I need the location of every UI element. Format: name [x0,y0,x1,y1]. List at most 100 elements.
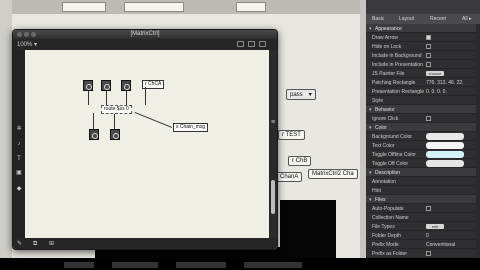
inspector-row-hide-on-lock[interactable]: Hide on Lock [366,42,480,51]
inspector-label: File Types [372,224,395,230]
color-swatch[interactable] [426,133,464,140]
inspector-label: Toggle Off Color [372,161,409,167]
vertical-scrollbar[interactable] [271,180,275,214]
send-object[interactable]: s Chain_msg [173,123,209,132]
matrixctrl2-object[interactable]: MatrixCtrl2 Cha [308,169,358,179]
disclosure-triangle-icon[interactable]: ▾ [369,197,372,203]
screen: pass ▾ r TEST r ChB ChanA MatrixCtrl2 Cha… [0,0,480,270]
presentation-icon[interactable]: ⧉ [33,241,41,247]
disclosure-triangle-icon[interactable]: ▾ [369,125,372,131]
route-object[interactable]: route $ss 0 [101,105,132,114]
inspector-section-appearance[interactable]: ▾ Appearance [366,24,480,33]
window-titlebar[interactable]: [MatrixCtrl] [13,30,277,39]
image-icon[interactable]: ▣ [16,170,22,176]
inspector-section-files[interactable]: ▾ Files [366,195,480,204]
patch-cable[interactable] [93,113,94,129]
disclosure-triangle-icon[interactable]: ▾ [369,107,372,113]
toolbar-button[interactable] [248,41,255,47]
inspector-row-style[interactable]: Style [366,96,480,105]
receive-chb-object[interactable]: r ChB [288,156,312,166]
inspector-button[interactable]: edit [426,224,444,229]
inspector-row-prefix-as-folder[interactable]: Prefix as Folder [366,249,480,258]
tab-basic[interactable]: Basic [372,16,384,22]
background-top-object[interactable] [62,2,106,12]
inspector-label: Patching Rectangle [372,80,416,86]
tab-recent[interactable]: Recent [430,16,446,22]
inspector-section-color[interactable]: ▾ Color [366,123,480,132]
checkbox[interactable] [426,206,431,211]
inspector-value[interactable]: 0 [426,233,429,239]
inspector-row-js-painter-file[interactable]: JS Painter File choose [366,69,480,78]
checkbox[interactable] [426,53,431,58]
inspector-scrollbar[interactable] [476,24,480,258]
inspector-section-behavior[interactable]: ▾ Behavior [366,105,480,114]
bang-object[interactable] [83,80,93,91]
disclosure-triangle-icon[interactable]: ▾ [369,26,372,32]
music-note-icon[interactable]: ♪ [16,141,22,147]
inspector-row-include-in-background[interactable]: Include in Background [366,51,480,60]
tab-all[interactable]: All ▸ [462,16,471,22]
inspector-row-include-in-presentation[interactable]: Include in Presentation [366,60,480,69]
settings-icon[interactable]: ✲ [16,126,22,132]
zoom-level[interactable]: 100% ▾ [17,41,37,48]
inspector-value[interactable]: 0. 0. 0. 0. [426,89,447,95]
disclosure-triangle-icon[interactable]: ▾ [369,170,372,176]
inspector-label: Auto-Populate [372,206,404,212]
menu-icon[interactable]: ≡ [270,119,276,126]
checkbox[interactable] [426,116,431,121]
inspector-value[interactable]: 776. 313. 46. 22. [426,80,464,86]
tab-layout[interactable]: Layout [399,16,414,22]
object-icon[interactable]: ◆ [16,186,22,192]
inspector-row-folder-depth[interactable]: Folder Depth 0 [366,231,480,240]
patcher-canvas[interactable]: r ChCA route $ss 0 s Chain_msg [25,50,269,238]
patch-cable[interactable] [114,113,115,129]
toolbar-button[interactable] [237,41,244,47]
checkbox[interactable] [426,44,431,49]
bang-object[interactable] [110,129,120,140]
inspector-row-background-color[interactable]: Background Color [366,132,480,141]
inspector-header [366,0,480,14]
inspector-row-prefix-mode[interactable]: Prefix Mode Conventional [366,240,480,249]
patcher-window[interactable]: [MatrixCtrl] 100% ▾ ✲ ♪ T ▣ ◆ r ChCA rou… [12,29,278,250]
grid-icon[interactable]: ⊞ [49,241,57,247]
inspector-row-hint[interactable]: Hint [366,186,480,195]
bang-object[interactable] [101,80,111,91]
inspector-value[interactable]: Conventional [426,242,455,248]
chana-object[interactable]: ChanA [276,172,303,182]
inspector-row-toggle-offline-color[interactable]: Toggle Offline Color [366,150,480,159]
inspector-row-auto-populate[interactable]: Auto-Populate [366,204,480,213]
checkbox[interactable] [426,251,431,256]
color-swatch[interactable] [426,142,464,149]
background-top-object[interactable] [236,2,266,12]
patch-cable[interactable] [88,91,89,105]
inspector-label: Include in Presentation [372,62,423,68]
inspector-section-description[interactable]: ▾ Description [366,168,480,177]
toolbar-button[interactable] [259,41,266,47]
receive-test-object[interactable]: r TEST [278,130,305,140]
color-swatch[interactable] [426,151,464,158]
pass-object[interactable]: pass ▾ [286,89,316,100]
background-top-object[interactable] [124,2,184,12]
patch-cable[interactable] [145,87,146,105]
checkbox[interactable] [426,35,431,40]
inspector-button[interactable]: choose [426,71,444,76]
inspector-row-annotation[interactable]: Annotation [366,177,480,186]
lock-icon[interactable]: ✎ [17,241,25,247]
inspector-row-collection-name[interactable]: Collection Name [366,213,480,222]
patch-cable[interactable] [126,91,127,105]
text-icon[interactable]: T [16,156,22,162]
patch-cable[interactable] [134,112,173,128]
inspector-row-presentation-rectangle[interactable]: Presentation Rectangle 0. 0. 0. 0. [366,87,480,96]
inspector-row-ignore-click[interactable]: Ignore Click [366,114,480,123]
bang-object[interactable] [89,129,99,140]
inspector-row-draw-arrow[interactable]: Draw Arrow [366,33,480,42]
bang-object[interactable] [121,80,131,91]
checkbox[interactable] [426,62,431,67]
patch-cable[interactable] [106,91,107,105]
color-swatch[interactable] [426,160,464,167]
inspector-row-patching-rectangle[interactable]: Patching Rectangle 776. 313. 46. 22. [366,78,480,87]
inspector-row-file-types[interactable]: File Types edit [366,222,480,231]
caption-block [112,262,158,268]
inspector-row-toggle-off-color[interactable]: Toggle Off Color [366,159,480,168]
inspector-row-text-color[interactable]: Text Color [366,141,480,150]
